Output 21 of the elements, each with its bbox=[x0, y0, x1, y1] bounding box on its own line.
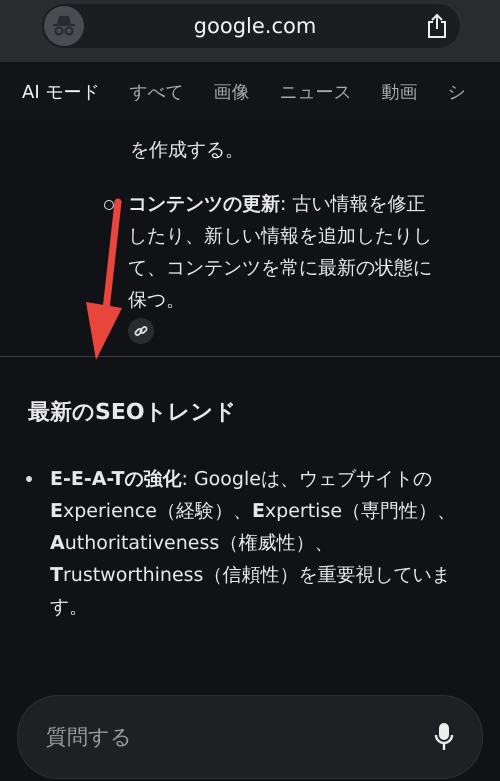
tab[interactable]: AI モード bbox=[22, 80, 100, 104]
tab[interactable]: 動画 bbox=[381, 80, 418, 104]
ask-input[interactable]: 質問する bbox=[44, 724, 434, 750]
tab[interactable]: 画像 bbox=[213, 80, 250, 104]
answer-text: コンテンツの更新: 古い情報を修正したり、新しい情報を追加したりして、コンテンツを常に最新の状態に保つ。 bbox=[128, 192, 433, 313]
address-bar[interactable]: google.com bbox=[42, 4, 460, 48]
section-heading: 最新のSEOトレンド bbox=[28, 399, 238, 427]
bullet-circle bbox=[104, 200, 114, 210]
tab[interactable]: シ bbox=[447, 80, 466, 104]
ask-field[interactable]: 質問する bbox=[17, 695, 483, 779]
incognito-icon bbox=[51, 15, 77, 37]
tab[interactable]: ニュース bbox=[279, 80, 352, 104]
answer-text: E-E-A-Tの強化: Googleは、ウェブサイトのExperience（経験）、Expertise（専門性）、Authoritativeness（権威性）、Trustworthiness（信頼性）を重要視しています。 bbox=[50, 467, 458, 620]
link-icon bbox=[134, 324, 148, 338]
tab[interactable]: すべて bbox=[129, 80, 184, 104]
url-text: google.com bbox=[192, 14, 318, 38]
microphone-icon[interactable] bbox=[434, 723, 454, 751]
link-button[interactable] bbox=[128, 318, 154, 344]
share-icon[interactable] bbox=[426, 13, 448, 39]
bullet-dot bbox=[26, 476, 32, 482]
answer-text: を作成する。 bbox=[130, 138, 245, 163]
